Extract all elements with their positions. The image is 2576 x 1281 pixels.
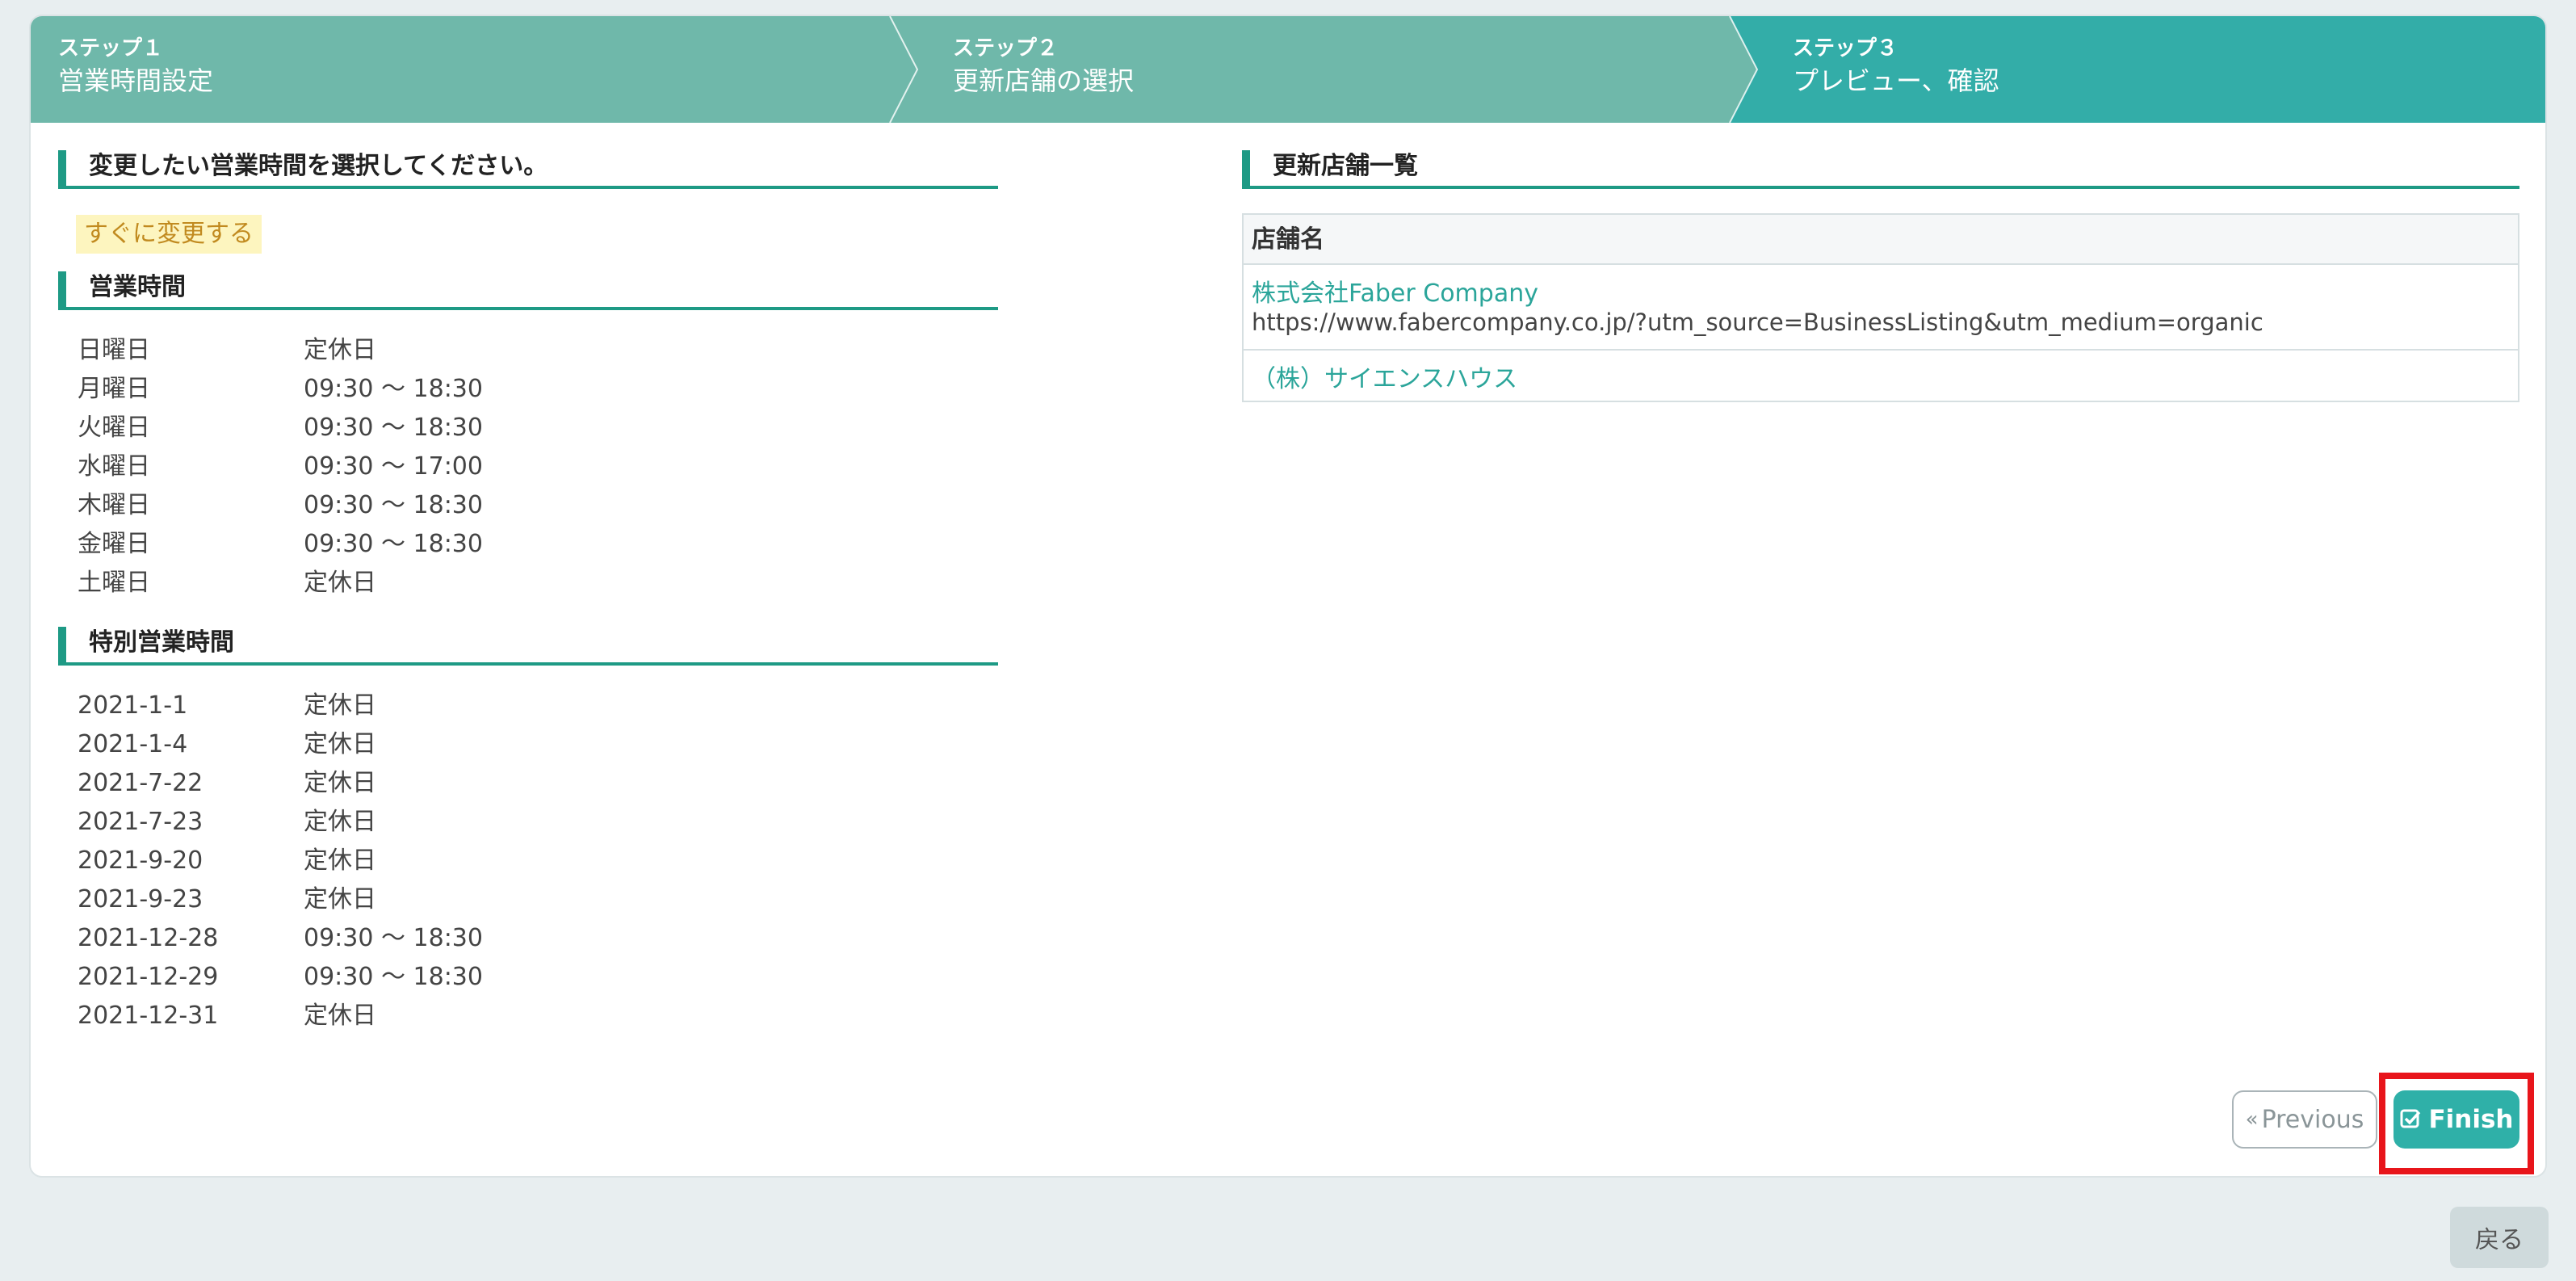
step-3[interactable]: ステップ３ プレビュー、確認	[1793, 34, 1999, 99]
special-date: 2021-1-1	[78, 691, 188, 720]
special-value: 定休日	[304, 1002, 376, 1030]
step-1[interactable]: ステップ１ 営業時間設定	[58, 34, 213, 99]
hours-value: 09:30 ～ 18:30	[304, 375, 483, 403]
hours-day: 月曜日	[78, 375, 150, 403]
double-chevron-left-icon: «	[2245, 1107, 2259, 1132]
special-date: 2021-1-4	[78, 730, 188, 758]
section-heading-business-hours: 営業時間	[58, 271, 998, 310]
special-date: 2021-9-23	[78, 885, 203, 914]
store-link[interactable]: （株）サイエンスハウス	[1252, 359, 2518, 394]
timing-tag: すぐに変更する	[76, 215, 262, 254]
store-table-header: 店舗名	[1244, 215, 2518, 265]
finish-button-label: Finish	[2428, 1105, 2514, 1134]
special-value: 09:30 ～ 18:30	[304, 924, 483, 952]
special-date: 2021-12-28	[78, 924, 219, 952]
section-heading-store-list: 更新店舗一覧	[1242, 150, 2519, 189]
special-value: 定休日	[304, 769, 376, 797]
step-1-title: 営業時間設定	[58, 65, 214, 96]
hours-value: 09:30 ～ 18:30	[304, 530, 483, 558]
previous-button[interactable]: « Previous	[2232, 1090, 2377, 1149]
hours-value: 09:30 ～ 18:30	[304, 491, 483, 519]
hours-value: 09:30 ～ 17:00	[304, 452, 483, 481]
special-date: 2021-12-29	[78, 963, 219, 991]
special-date: 2021-12-31	[78, 1002, 219, 1030]
step-2-title: 更新店舗の選択	[953, 65, 1135, 96]
hours-day: 土曜日	[78, 569, 150, 597]
special-value: 定休日	[304, 846, 376, 875]
section-heading-special-hours: 特別営業時間	[58, 627, 998, 666]
wizard-card: ステップ１ 営業時間設定 ステップ２ 更新店舗の選択 ステップ３ プレビュー、確…	[29, 15, 2547, 1178]
step-3-title: プレビュー、確認	[1793, 65, 1999, 96]
hours-day: 木曜日	[78, 491, 150, 519]
table-row: （株）サイエンスハウス	[1244, 351, 2518, 402]
store-url: https://www.fabercompany.co.jp/?utm_sour…	[1252, 309, 2263, 336]
step-2[interactable]: ステップ２ 更新店舗の選択	[953, 34, 1134, 99]
hours-day: 日曜日	[78, 336, 150, 364]
store-link[interactable]: 株式会社Faber Company	[1252, 273, 2518, 309]
special-date: 2021-7-23	[78, 808, 203, 836]
special-date: 2021-9-20	[78, 846, 203, 875]
step-1-number: ステップ１	[58, 36, 164, 61]
back-button[interactable]: 戻る	[2450, 1207, 2549, 1268]
check-square-icon	[2400, 1109, 2421, 1128]
special-date: 2021-7-22	[78, 769, 203, 797]
step-2-number: ステップ２	[953, 36, 1059, 61]
wizard-steps: ステップ１ 営業時間設定 ステップ２ 更新店舗の選択 ステップ３ プレビュー、確…	[31, 16, 2545, 123]
wizard-steps-background	[31, 16, 2545, 123]
previous-button-label: Previous	[2261, 1105, 2364, 1134]
section-heading-select-hours: 変更したい営業時間を選択してください。	[58, 150, 998, 189]
hours-value: 定休日	[304, 569, 376, 597]
table-row: 株式会社Faber Company https://www.fabercompa…	[1244, 265, 2518, 351]
hours-day: 水曜日	[78, 452, 150, 481]
special-value: 定休日	[304, 691, 376, 720]
hours-value: 定休日	[304, 336, 376, 364]
step-3-number: ステップ３	[1793, 36, 1898, 61]
special-value: 09:30 ～ 18:30	[304, 963, 483, 991]
special-value: 定休日	[304, 808, 376, 836]
hours-day: 金曜日	[78, 530, 150, 558]
finish-button[interactable]: Finish	[2393, 1090, 2519, 1149]
special-value: 定休日	[304, 730, 376, 758]
store-table: 店舗名 株式会社Faber Company https://www.faberc…	[1242, 213, 2519, 402]
hours-value: 09:30 ～ 18:30	[304, 414, 483, 442]
special-value: 定休日	[304, 885, 376, 914]
hours-day: 火曜日	[78, 414, 150, 442]
